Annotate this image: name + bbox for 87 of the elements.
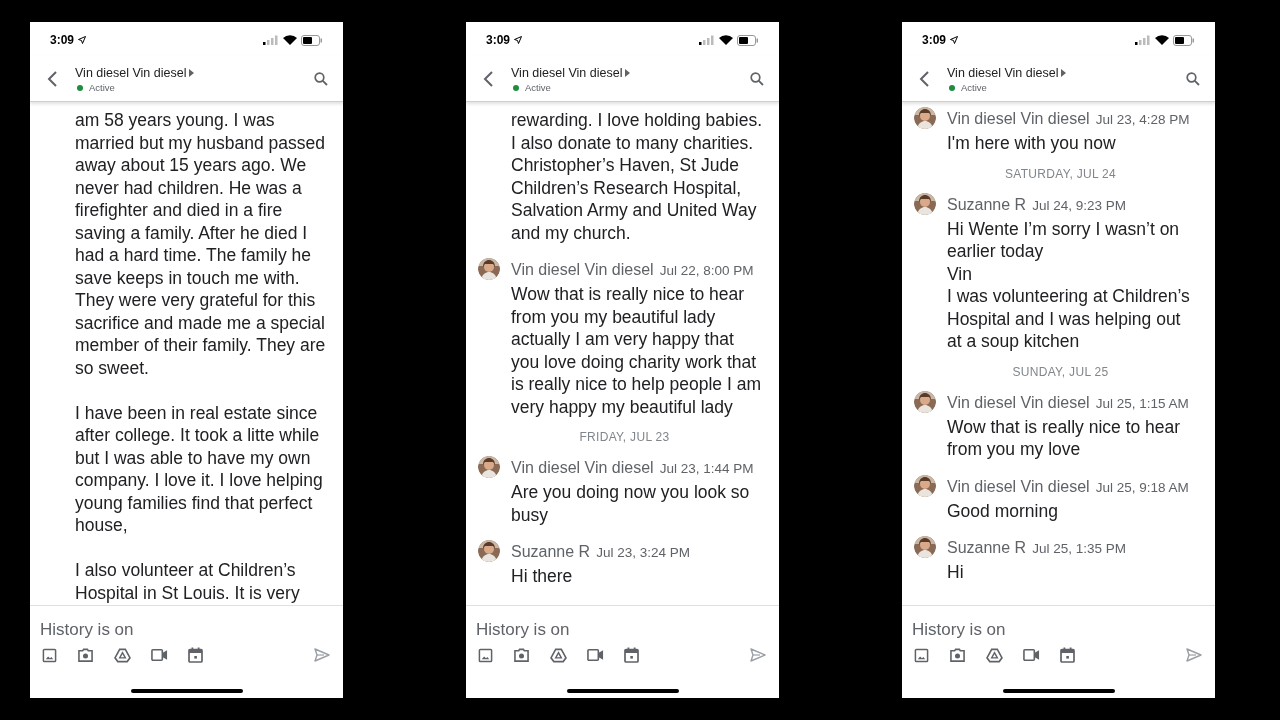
- chat-title[interactable]: Vin diesel Vin diesel: [947, 64, 1059, 81]
- caret-icon[interactable]: [189, 68, 195, 77]
- avatar: [478, 540, 500, 562]
- location-icon: [950, 36, 959, 44]
- search-icon[interactable]: [313, 70, 329, 87]
- wifi-icon: [283, 35, 297, 45]
- message-text: I also volunteer at Children’s Hospital in St Louis. It is very: [74, 559, 301, 604]
- send-icon[interactable]: [1186, 648, 1202, 662]
- message-text: Hi there: [511, 565, 574, 588]
- battery-icon: [1173, 34, 1195, 46]
- message-time: Jul 25, 1:35 PM: [1032, 540, 1126, 558]
- signal-icon: [699, 35, 715, 45]
- sender-name: Vin diesel Vin diesel: [511, 458, 654, 478]
- caret-icon[interactable]: [1061, 68, 1067, 77]
- triangle-icon[interactable]: [550, 647, 567, 663]
- presence-status: Active: [961, 80, 987, 95]
- calendar-icon[interactable]: [188, 647, 203, 663]
- avatar: [914, 390, 936, 413]
- sender-name: Suzanne R: [947, 194, 1027, 215]
- message-text: I'm here with you now: [947, 132, 1117, 155]
- calendar-icon[interactable]: [1060, 647, 1075, 663]
- avatar: [914, 192, 936, 215]
- image-icon[interactable]: [914, 647, 929, 663]
- calendar-icon[interactable]: [624, 647, 639, 663]
- sender-name: Vin diesel Vin diesel: [947, 392, 1090, 413]
- triangle-icon[interactable]: [986, 647, 1003, 663]
- camera-icon[interactable]: [77, 647, 94, 663]
- sender-name: Vin diesel Vin diesel: [947, 476, 1090, 497]
- message-text: am 58 years young. I was married but my husband passed away about 15 years ago. We never had children. He was a firefighter and died in a fire saving a family. After he died I had a hard time. The family he save keeps in touch me with. They were very grateful for this sacrifice and made me a special member of their family. They are so sweet.: [74, 109, 327, 379]
- video-camera-icon[interactable]: [587, 648, 604, 662]
- message-text: I have been in real estate since after college. It took a litte while but I was able to have my own company. I love it. I love helping young families find that perfect house,: [74, 401, 324, 537]
- message-text: Hi Wente I’m sorry I wasn’t on earlier today Vin I was volunteering at Children’s Hospital and I was helping out at a soup kitchen: [947, 217, 1191, 353]
- message-time: Jul 23, 3:24 PM: [596, 544, 690, 562]
- message-time: Jul 23, 1:44 PM: [659, 460, 754, 478]
- avatar: [478, 258, 500, 280]
- avatar: [914, 107, 936, 129]
- battery-icon: [301, 34, 323, 46]
- send-icon[interactable]: [750, 648, 766, 662]
- message-time: Jul 24, 9:23 PM: [1032, 196, 1126, 215]
- wifi-icon: [719, 35, 733, 45]
- date-divider: SATURDAY, JUL 24: [1004, 165, 1117, 183]
- search-icon[interactable]: [749, 70, 765, 87]
- chat-title[interactable]: Vin diesel Vin diesel: [75, 64, 187, 81]
- sender-name: Vin diesel Vin diesel: [947, 109, 1090, 129]
- search-icon[interactable]: [1185, 70, 1201, 87]
- message-input[interactable]: History is on: [476, 619, 736, 641]
- location-icon: [514, 36, 523, 44]
- avatar: [914, 536, 936, 558]
- signal-icon: [1135, 35, 1151, 45]
- video-camera-icon[interactable]: [151, 648, 168, 662]
- camera-icon[interactable]: [949, 647, 966, 663]
- presence-status: Active: [525, 80, 551, 95]
- sender-name: Suzanne R: [511, 542, 591, 562]
- date-divider: SUNDAY, JUL 25: [1012, 363, 1109, 381]
- avatar: [478, 456, 500, 478]
- message-text: rewarding. I love holding babies. I also donate to many charities. Christopher’s Haven, St Jude Children’s Research Hospital, Salvation Army and United Way and my church.: [510, 109, 763, 244]
- message-text: Hi: [947, 561, 965, 584]
- message-input[interactable]: History is on: [912, 619, 1172, 641]
- message-text: Wow that is really nice to hear from you my love: [947, 415, 1182, 461]
- message-input[interactable]: History is on: [40, 619, 300, 641]
- message-text: Wow that is really nice to hear from you my beautiful lady actually I am very happy that you love doing charity work that is really nice to help people I am very happy my beautiful lady: [511, 283, 762, 418]
- clock: 3:09: [922, 32, 947, 49]
- sender-name: Suzanne R: [947, 538, 1027, 558]
- image-icon[interactable]: [478, 647, 493, 663]
- sender-name: Vin diesel Vin diesel: [511, 260, 654, 280]
- camera-icon[interactable]: [513, 647, 530, 663]
- send-icon[interactable]: [314, 648, 330, 662]
- message-time: Jul 25, 1:15 AM: [1095, 394, 1189, 413]
- presence-status: Active: [89, 80, 115, 95]
- clock: 3:09: [486, 32, 511, 49]
- message-time: Jul 22, 8:00 PM: [659, 262, 754, 280]
- message-text: Are you doing now you look so busy: [511, 481, 751, 526]
- date-divider: FRIDAY, JUL 23: [579, 429, 670, 446]
- avatar: [914, 474, 936, 497]
- image-icon[interactable]: [42, 647, 57, 663]
- battery-icon: [737, 34, 759, 46]
- video-camera-icon[interactable]: [1023, 648, 1040, 662]
- message-text: Good morning: [947, 499, 1059, 522]
- caret-icon[interactable]: [625, 68, 631, 77]
- signal-icon: [263, 35, 279, 45]
- wifi-icon: [1155, 35, 1169, 45]
- message-time: Jul 25, 9:18 AM: [1095, 478, 1189, 497]
- triangle-icon[interactable]: [114, 647, 131, 663]
- message-time: Jul 23, 4:28 PM: [1095, 111, 1190, 129]
- location-icon: [78, 36, 87, 44]
- clock: 3:09: [50, 32, 75, 49]
- chat-title[interactable]: Vin diesel Vin diesel: [511, 64, 623, 81]
